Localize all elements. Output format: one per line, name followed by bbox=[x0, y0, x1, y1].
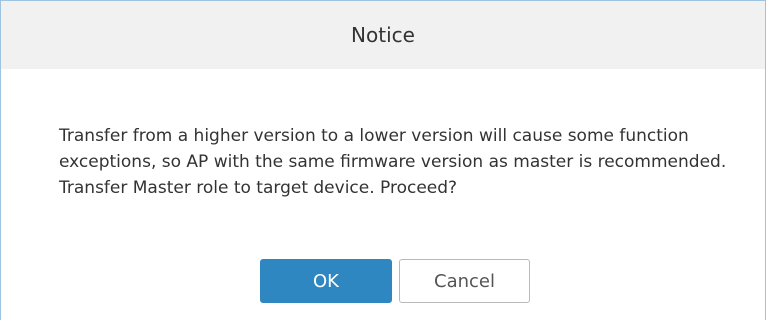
notice-dialog: Notice Transfer from a higher version to… bbox=[0, 0, 766, 320]
dialog-header: Notice bbox=[1, 1, 765, 69]
ok-button[interactable]: OK bbox=[260, 259, 392, 303]
cancel-button[interactable]: Cancel bbox=[399, 259, 530, 303]
dialog-message: Transfer from a higher version to a lowe… bbox=[59, 126, 727, 198]
dialog-title: Notice bbox=[351, 23, 415, 47]
